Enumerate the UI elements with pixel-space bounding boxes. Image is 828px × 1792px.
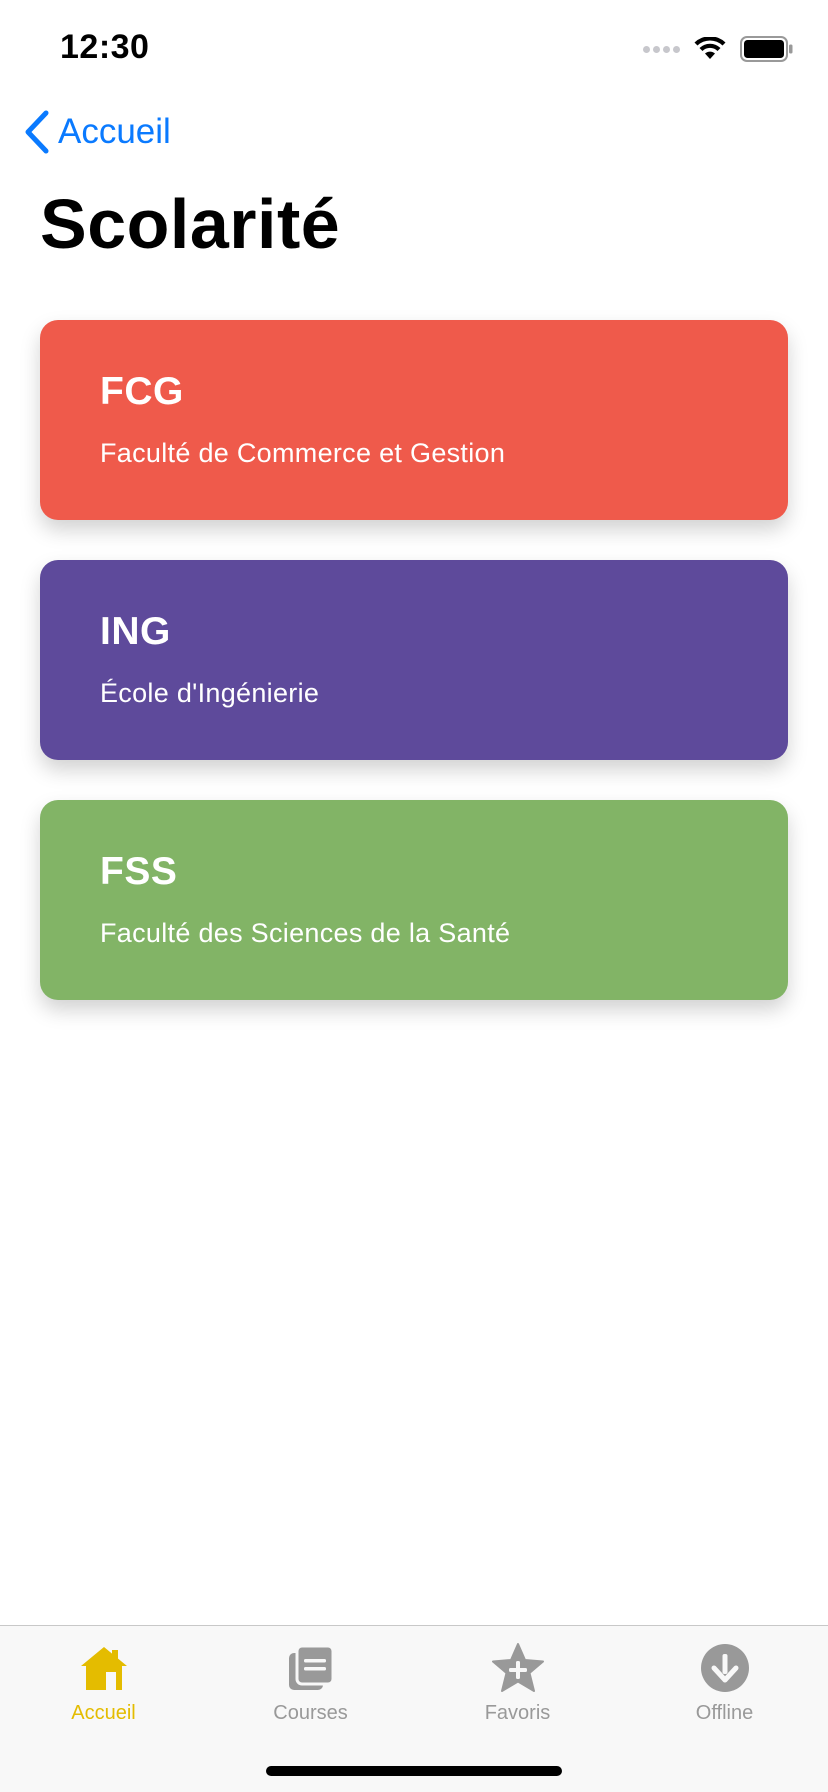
tab-label: Accueil xyxy=(71,1702,136,1724)
download-icon xyxy=(699,1642,751,1694)
card-name: Faculté de Commerce et Gestion xyxy=(100,438,506,468)
battery-icon xyxy=(740,36,793,62)
cellular-signal-icon xyxy=(643,45,680,53)
status-icons xyxy=(643,36,794,62)
faculty-card-ing[interactable]: ING École d'Ingénierie xyxy=(40,560,788,760)
faculty-card-fcg[interactable]: FCG Faculté de Commerce et Gestion xyxy=(40,320,788,520)
home-indicator xyxy=(266,1766,562,1776)
star-plus-icon xyxy=(491,1642,544,1694)
tab-courses[interactable]: Courses xyxy=(207,1642,414,1732)
card-code: FCG xyxy=(100,370,184,413)
tab-accueil[interactable]: Accueil xyxy=(0,1642,207,1732)
status-time: 12:30 xyxy=(60,28,150,66)
wifi-icon xyxy=(694,37,726,59)
chevron-left-icon xyxy=(25,110,49,154)
tab-label: Favoris xyxy=(484,1702,551,1724)
tab-favoris[interactable]: Favoris xyxy=(414,1642,621,1732)
tab-offline[interactable]: Offline xyxy=(621,1642,828,1732)
card-name: École d'Ingénierie xyxy=(100,678,320,708)
back-button-label: Accueil xyxy=(58,112,171,151)
back-button[interactable]: Accueil xyxy=(24,108,171,156)
card-name: Faculté des Sciences de la Santé xyxy=(100,918,511,948)
page-title: Scolarité xyxy=(40,185,341,263)
faculty-card-fss[interactable]: FSS Faculté des Sciences de la Santé xyxy=(40,800,788,1000)
status-bar: 12:30 xyxy=(0,0,828,100)
card-code: FSS xyxy=(100,850,178,893)
tab-label: Offline xyxy=(695,1702,754,1724)
card-code: ING xyxy=(100,610,171,653)
tab-label: Courses xyxy=(273,1702,348,1724)
faculty-card-list: FCG Faculté de Commerce et Gestion ING É… xyxy=(40,320,788,1040)
courses-icon xyxy=(285,1642,337,1694)
home-icon xyxy=(78,1642,130,1694)
